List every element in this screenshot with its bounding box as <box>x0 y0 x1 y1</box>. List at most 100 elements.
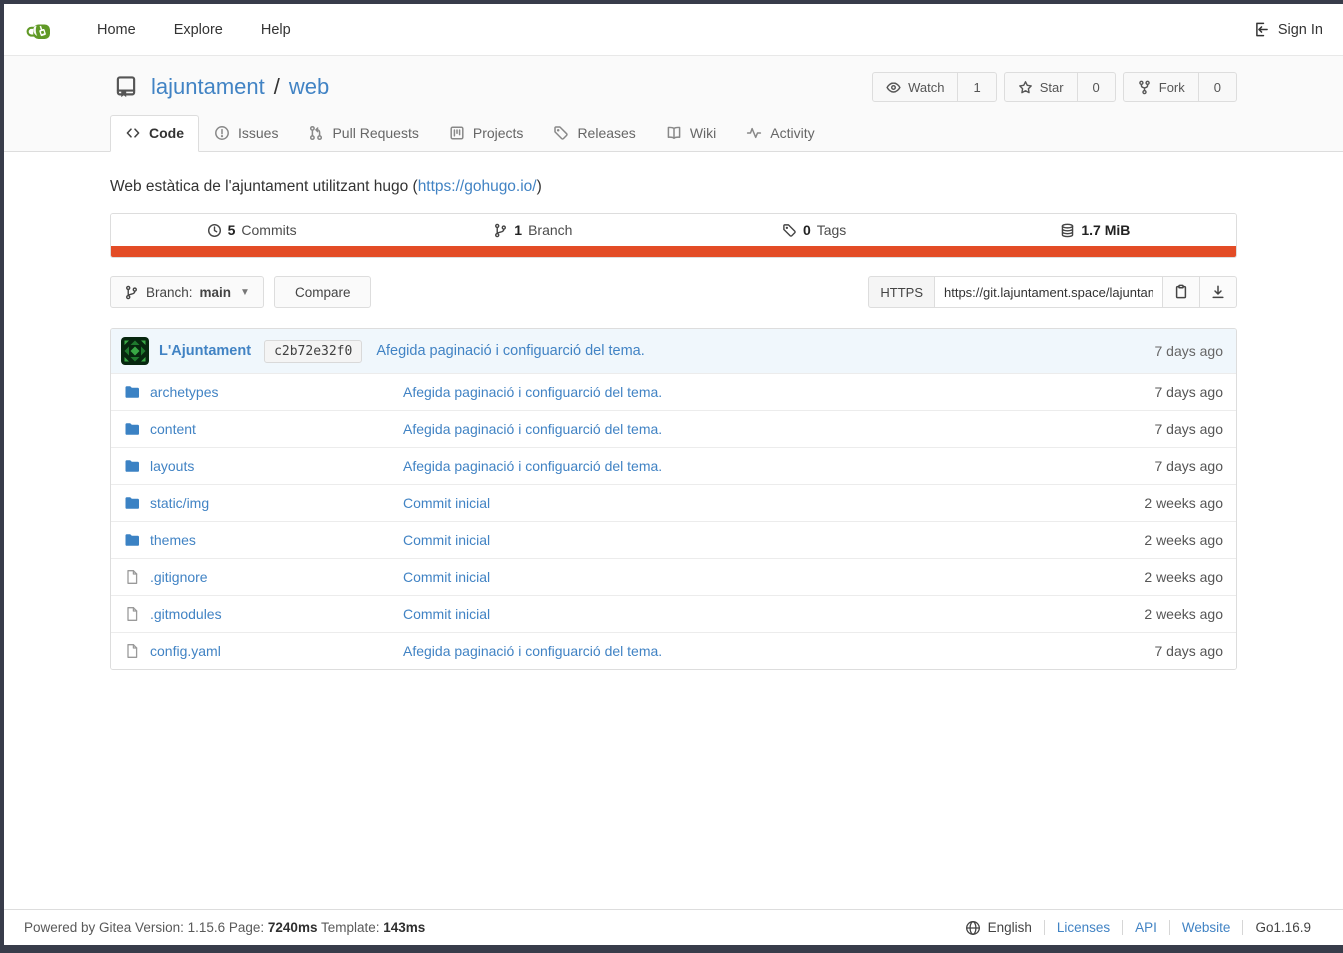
file-commit-link[interactable]: Afegida paginació i configuarció del tem… <box>403 643 662 659</box>
tab-pull-requests[interactable]: Pull Requests <box>293 115 433 152</box>
chevron-down-icon: ▼ <box>240 287 250 298</box>
folder-icon <box>124 384 140 400</box>
wiki-book-icon <box>666 125 682 141</box>
file-table-row: themes Commit inicial 2 weeks ago <box>111 521 1236 558</box>
top-navbar: Home Explore Help Sign In <box>4 4 1343 56</box>
file-name-link[interactable]: .gitmodules <box>150 606 222 622</box>
language-selector[interactable]: English <box>953 920 1044 936</box>
clone-url-input[interactable] <box>935 276 1163 308</box>
tags-stat[interactable]: 0 Tags <box>674 214 955 246</box>
pull-request-icon <box>308 125 324 141</box>
file-commit-link[interactable]: Commit inicial <box>403 569 490 585</box>
activity-pulse-icon <box>746 125 762 141</box>
file-name-link[interactable]: .gitignore <box>150 569 208 585</box>
star-count[interactable]: 0 <box>1077 73 1115 101</box>
file-name-link[interactable]: layouts <box>150 458 194 474</box>
footer: Powered by Gitea Version: 1.15.6 Page: 7… <box>4 909 1343 945</box>
file-icon <box>124 606 140 622</box>
file-name-link[interactable]: content <box>150 421 196 437</box>
file-commit-link[interactable]: Commit inicial <box>403 495 490 511</box>
fork-count[interactable]: 0 <box>1198 73 1236 101</box>
file-name-link[interactable]: static/img <box>150 495 209 511</box>
tab-issues[interactable]: Issues <box>199 115 293 152</box>
folder-icon <box>124 532 140 548</box>
tab-projects[interactable]: Projects <box>434 115 539 152</box>
watch-count[interactable]: 1 <box>957 73 995 101</box>
tab-activity[interactable]: Activity <box>731 115 829 152</box>
latest-commit-message-link[interactable]: Afegida paginació i configuarció del tem… <box>376 343 644 359</box>
file-commit-link[interactable]: Commit inicial <box>403 606 490 622</box>
repo-owner-link[interactable]: lajuntament <box>151 74 265 100</box>
branch-icon <box>493 223 508 238</box>
nav-help[interactable]: Help <box>242 12 310 48</box>
fork-icon <box>1137 80 1152 95</box>
fork-button[interactable]: Fork 0 <box>1123 72 1237 102</box>
main-content: Web estàtica de l'ajuntament utilitzant … <box>4 152 1343 909</box>
branch-dropdown-button[interactable]: Branch: main ▼ <box>110 276 264 308</box>
tab-code[interactable]: Code <box>110 115 199 152</box>
tag-icon <box>782 223 797 238</box>
watch-button[interactable]: Watch 1 <box>872 72 997 102</box>
compare-button[interactable]: Compare <box>274 276 372 308</box>
history-clock-icon <box>207 223 222 238</box>
footer-api-link: API <box>1122 920 1169 935</box>
repo-description: Web estàtica de l'ajuntament utilitzant … <box>110 178 1237 196</box>
file-icon <box>124 569 140 585</box>
tab-wiki[interactable]: Wiki <box>651 115 731 152</box>
copy-url-button[interactable] <box>1163 276 1200 308</box>
repo-book-icon <box>113 74 139 100</box>
star-button[interactable]: Star 0 <box>1004 72 1116 102</box>
footer-licenses-link: Licenses <box>1044 920 1122 935</box>
description-link[interactable]: https://gohugo.io/ <box>418 178 537 195</box>
commit-sha-badge[interactable]: c2b72e32f0 <box>264 340 362 363</box>
sign-in-button[interactable]: Sign In <box>1252 21 1323 38</box>
file-time: 7 days ago <box>1061 421 1236 437</box>
commit-author-link[interactable]: L'Ajuntament <box>159 343 251 359</box>
repo-tabs: Code Issues Pull Requests Projects Relea… <box>110 115 1237 151</box>
file-commit-link[interactable]: Afegida paginació i configuarció del tem… <box>403 384 662 400</box>
branches-stat[interactable]: 1 Branch <box>392 214 673 246</box>
file-commit-link[interactable]: Afegida paginació i configuarció del tem… <box>403 421 662 437</box>
project-board-icon <box>449 125 465 141</box>
file-table-row: .gitmodules Commit inicial 2 weeks ago <box>111 595 1236 632</box>
repo-stats-bar: 5 Commits 1 Branch 0 Tags <box>110 213 1237 258</box>
file-name-link[interactable]: themes <box>150 532 196 548</box>
language-bar[interactable] <box>111 246 1236 257</box>
tab-releases[interactable]: Releases <box>538 115 650 152</box>
commits-stat[interactable]: 5 Commits <box>111 214 392 246</box>
gitea-app: Home Explore Help Sign In lajunta <box>4 4 1343 945</box>
folder-icon <box>124 421 140 437</box>
file-time: 2 weeks ago <box>1061 532 1236 548</box>
download-button[interactable] <box>1200 276 1237 308</box>
file-name-link[interactable]: archetypes <box>150 384 218 400</box>
file-time: 2 weeks ago <box>1061 569 1236 585</box>
template-time: 143ms <box>383 920 425 935</box>
file-table-row: archetypes Afegida paginació i configuar… <box>111 373 1236 410</box>
repo-actions: Watch 1 Star 0 Fork <box>872 72 1237 102</box>
clipboard-icon <box>1173 284 1189 300</box>
repo-name-link[interactable]: web <box>289 74 329 100</box>
file-name-link[interactable]: config.yaml <box>150 643 221 659</box>
file-browser-table: L'Ajuntament c2b72e32f0 Afegida paginaci… <box>110 328 1237 670</box>
file-time: 2 weeks ago <box>1061 606 1236 622</box>
page-time: 7240ms <box>268 920 318 935</box>
file-icon <box>124 643 140 659</box>
file-commit-link[interactable]: Commit inicial <box>403 532 490 548</box>
download-icon <box>1210 284 1226 300</box>
branch-icon <box>124 285 139 300</box>
database-icon <box>1060 223 1075 238</box>
sign-in-icon <box>1252 21 1269 38</box>
eye-icon <box>886 80 901 95</box>
gitea-logo-icon[interactable] <box>24 15 54 45</box>
issue-icon <box>214 125 230 141</box>
file-table-row: layouts Afegida paginació i configuarció… <box>111 447 1236 484</box>
https-protocol-button[interactable]: HTTPS <box>868 276 935 308</box>
branch-toolbar: Branch: main ▼ Compare HTTPS <box>110 276 1237 308</box>
size-stat[interactable]: 1.7 MiB <box>955 214 1236 246</box>
file-commit-link[interactable]: Afegida paginació i configuarció del tem… <box>403 458 662 474</box>
nav-explore[interactable]: Explore <box>155 12 242 48</box>
clone-url-group: HTTPS <box>868 276 1237 308</box>
repo-title: lajuntament / web <box>151 74 329 100</box>
nav-home[interactable]: Home <box>78 12 155 48</box>
author-avatar[interactable] <box>121 337 149 365</box>
